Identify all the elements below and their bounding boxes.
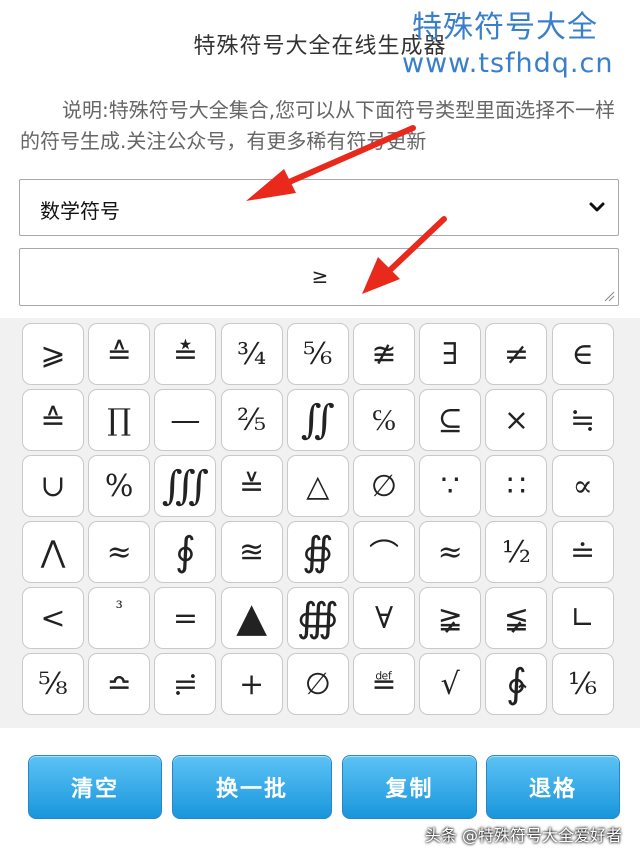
backspace-button[interactable]: 退格: [486, 755, 620, 819]
credit-text: 头条 @特殊符号大全爱好者: [424, 826, 622, 845]
symbol-key[interactable]: ≊: [220, 521, 283, 583]
watermark-name: 特殊符号大全: [412, 10, 598, 45]
symbol-key[interactable]: ℅: [353, 389, 415, 451]
symbol-key[interactable]: ¾: [220, 323, 283, 385]
symbol-key[interactable]: ³: [88, 587, 151, 649]
symbol-key[interactable]: ≛: [154, 323, 217, 385]
symbol-key[interactable]: ≈: [88, 521, 151, 583]
symbol-key[interactable]: ⩾: [22, 323, 84, 385]
symbol-key[interactable]: ⋀: [22, 521, 84, 583]
symbol-key[interactable]: ≏: [88, 653, 151, 715]
action-bar: 清空 换一批 复制 退格 头条 @特殊符号大全爱好者: [0, 728, 640, 856]
symbol-key[interactable]: =: [154, 587, 217, 649]
symbol-key[interactable]: —: [154, 389, 217, 451]
watermark-url: www.tsfhdq.cn: [402, 48, 614, 79]
symbol-key[interactable]: ∰: [286, 587, 349, 649]
symbol-key[interactable]: ∭: [154, 455, 217, 517]
symbol-key[interactable]: ≝: [353, 653, 415, 715]
symbol-key[interactable]: ∪: [22, 455, 84, 517]
symbol-key[interactable]: ∅: [286, 653, 349, 715]
symbol-key[interactable]: △: [286, 455, 349, 517]
symbol-key[interactable]: ⅙: [551, 653, 614, 715]
symbol-key[interactable]: ≒: [551, 389, 614, 451]
symbol-key[interactable]: ∀: [353, 587, 415, 649]
category-select[interactable]: 数学符号: [19, 179, 619, 236]
clear-button[interactable]: 清空: [28, 755, 162, 819]
symbol-key[interactable]: ≚: [220, 455, 283, 517]
symbol-key[interactable]: ≨: [485, 587, 548, 649]
symbol-key[interactable]: ≩: [419, 587, 482, 649]
symbol-key[interactable]: ⊆: [419, 389, 482, 451]
symbol-key[interactable]: ≙: [88, 323, 151, 385]
symbol-key[interactable]: ∝: [551, 455, 614, 517]
symbol-key[interactable]: ≙: [22, 389, 84, 451]
symbol-key[interactable]: ∃: [419, 323, 482, 385]
output-textarea[interactable]: ≥: [19, 248, 619, 306]
symbol-key[interactable]: ≈: [419, 521, 482, 583]
symbol-key[interactable]: ∳: [485, 653, 548, 715]
symbol-key[interactable]: ∈: [551, 323, 614, 385]
copy-button[interactable]: 复制: [342, 755, 477, 819]
symbol-key[interactable]: ≠: [485, 323, 548, 385]
chevron-down-icon: [589, 202, 605, 212]
refresh-button[interactable]: 换一批: [172, 755, 332, 819]
symbol-key[interactable]: ∬: [286, 389, 349, 451]
resize-grip-icon[interactable]: [603, 290, 615, 302]
symbol-key[interactable]: ⌒: [353, 521, 415, 583]
description: 说明:特殊符号大全集合,您可以从下面符号类型里面选择不一样的符号生成.关注公众号…: [20, 98, 616, 153]
symbol-key[interactable]: ⅝: [22, 653, 84, 715]
symbol-key[interactable]: ∟: [551, 587, 614, 649]
symbol-key[interactable]: <: [22, 587, 84, 649]
symbol-key[interactable]: ∅: [353, 455, 415, 517]
symbol-grid: ⩾ ≙ ≛ ¾ ⅚ ≇ ∃ ≠ ∈ ≙ ∏ — ⅖ ∬ ℅ ⊆ × ≒ ∪% ∭ ≚ △ ∅ ∵ ∷ ∝ ⋀ ≈ ∮ ≊ ∯ ⌒ ≈ ½ ≐ < ³ = ▲…: [0, 318, 640, 728]
symbol-key[interactable]: ⅖: [220, 389, 283, 451]
category-select-value: 数学符号: [40, 199, 120, 223]
symbol-key[interactable]: ∏: [88, 389, 151, 451]
symbol-key[interactable]: ½: [485, 521, 548, 583]
symbol-key[interactable]: %: [88, 455, 151, 517]
symbol-key[interactable]: +: [220, 653, 283, 715]
symbol-key[interactable]: ⅚: [286, 323, 349, 385]
symbol-key[interactable]: √: [419, 653, 482, 715]
symbol-key[interactable]: ≐: [551, 521, 614, 583]
symbol-key[interactable]: ≇: [353, 323, 415, 385]
symbol-key[interactable]: ∯: [286, 521, 349, 583]
symbol-key[interactable]: ▲: [220, 587, 283, 649]
symbol-key[interactable]: ×: [485, 389, 548, 451]
symbol-key[interactable]: ∮: [154, 521, 217, 583]
output-value: ≥: [311, 264, 329, 288]
symbol-key[interactable]: ≓: [154, 653, 217, 715]
symbol-key[interactable]: ∵: [419, 455, 482, 517]
symbol-key[interactable]: ∷: [485, 455, 548, 517]
